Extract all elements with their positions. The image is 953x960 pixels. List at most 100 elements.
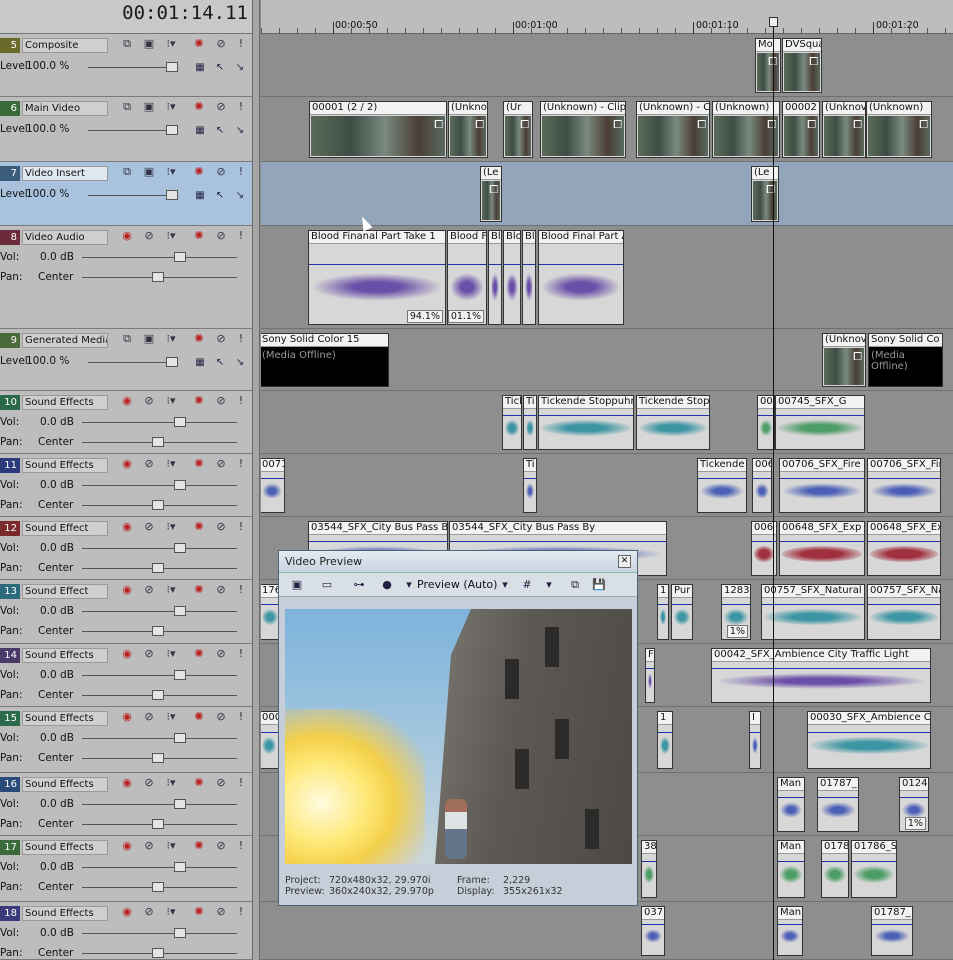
audio-event-clip[interactable]: 006 (752, 458, 772, 513)
audio-event-clip[interactable]: Man (777, 906, 803, 956)
track-name-field[interactable]: Video Audio (22, 230, 108, 245)
mute-icon[interactable]: ⊘ (214, 37, 228, 51)
record-arm-icon[interactable]: ◉ (120, 647, 134, 661)
audio-event-clip[interactable]: Man (777, 840, 805, 898)
save-snapshot-icon[interactable]: 💾 (591, 577, 607, 592)
audio-event-clip[interactable]: 1 (657, 711, 673, 769)
timeline-lane-5[interactable]: Mo⧠DVSqua ⧠ (261, 34, 953, 97)
video-event-clip[interactable]: Mo⧠ (755, 38, 781, 93)
gear-icon[interactable]: ✺ (192, 583, 206, 597)
parent-compositing-icon[interactable]: ▣ (142, 100, 156, 114)
track-header-12[interactable]: 12 Sound Effect ◉ ⊘ ⁝▾ ✺ ⊘! Vol: 0.0 dB Pan: Cente… (0, 517, 252, 580)
event-pan-crop-icon[interactable]: ⧠ (807, 118, 816, 132)
solo-icon[interactable]: ! (234, 905, 248, 919)
audio-event-clip[interactable]: Ti (523, 395, 537, 450)
fx-chain-icon[interactable]: ⁝▾ (164, 583, 178, 597)
mute-icon[interactable]: ⊘ (214, 905, 228, 919)
video-event-clip[interactable]: (Le ⧠ (751, 166, 779, 222)
solo-icon[interactable]: ! (234, 332, 248, 346)
mute-icon[interactable]: ⊘ (214, 776, 228, 790)
overlays-chevron-icon[interactable]: ▾ (541, 577, 557, 592)
volume-slider-track[interactable] (82, 675, 237, 676)
track-name-field[interactable]: Sound Effects (22, 711, 108, 726)
copy-snapshot-icon[interactable]: ⧉ (567, 577, 583, 592)
track-name-field[interactable]: Sound Effects (22, 648, 108, 663)
event-pan-crop-icon[interactable]: ⧠ (613, 118, 622, 132)
solo-icon[interactable]: ! (234, 457, 248, 471)
audio-event-clip[interactable]: Tickende (697, 458, 747, 513)
audio-event-clip[interactable]: 38 (641, 840, 657, 898)
mute-icon[interactable]: ⊘ (214, 100, 228, 114)
pan-slider-knob[interactable] (152, 437, 164, 447)
gear-icon[interactable]: ✺ (192, 332, 206, 346)
make-parent-icon[interactable]: ↖ (214, 62, 226, 74)
gear-icon[interactable]: ✺ (192, 457, 206, 471)
record-arm-icon[interactable]: ◉ (120, 710, 134, 724)
event-pan-crop-icon[interactable]: ⧠ (767, 118, 776, 132)
composite-mode-icon[interactable]: ⧉ (120, 37, 134, 51)
mute-icon[interactable]: ⊘ (214, 457, 228, 471)
audio-event-clip[interactable]: Blood F 01.1% (447, 230, 487, 325)
pan-slider-knob[interactable] (152, 500, 164, 510)
track-header-7[interactable]: 7 Video Insert ⧉ ▣ ⁝▾ ✺ ⊘! Level: 100.0 % ▦ ↖ ↘ (0, 162, 252, 226)
parent-compositing-icon[interactable]: ▣ (142, 332, 156, 346)
audio-event-clip[interactable]: I (749, 711, 761, 769)
fx-chain-icon[interactable]: ⁝▾ (164, 520, 178, 534)
mute-icon[interactable]: ⊘ (214, 839, 228, 853)
mute-icon[interactable]: ⊘ (214, 583, 228, 597)
pan-slider-knob[interactable] (152, 690, 164, 700)
playhead-handle[interactable] (769, 17, 778, 27)
audio-event-clip[interactable]: 00648_SFX_Ex (867, 521, 941, 576)
track-name-field[interactable]: Sound Effects (22, 395, 108, 410)
volume-slider-knob[interactable] (174, 606, 186, 616)
volume-slider-track[interactable] (82, 485, 237, 486)
mute-icon[interactable]: ⊘ (214, 229, 228, 243)
volume-slider-track[interactable] (82, 548, 237, 549)
record-arm-icon[interactable]: ◉ (120, 583, 134, 597)
volume-slider-knob[interactable] (174, 417, 186, 427)
volume-slider-knob[interactable] (174, 799, 186, 809)
volume-slider-track[interactable] (82, 257, 237, 258)
fx-chain-icon[interactable]: ⁝▾ (164, 394, 178, 408)
event-pan-crop-icon[interactable]: ⧠ (809, 55, 818, 69)
phase-icon[interactable]: ⊘ (142, 647, 156, 661)
audio-event-clip[interactable]: 00745_SFX_G (775, 395, 865, 450)
make-child-icon[interactable]: ↘ (234, 62, 246, 74)
track-name-field[interactable]: Sound Effects (22, 906, 108, 921)
compositor-icon[interactable]: ▦ (194, 125, 206, 137)
audio-event-clip[interactable]: 000 (261, 711, 279, 769)
level-slider-knob[interactable] (166, 190, 178, 200)
audio-event-clip[interactable]: 0124 1% (899, 777, 929, 832)
pan-slider-knob[interactable] (152, 948, 164, 958)
audio-event-clip[interactable]: 1283 1% (721, 584, 751, 640)
record-arm-icon[interactable]: ◉ (120, 229, 134, 243)
level-slider-knob[interactable] (166, 62, 178, 72)
gear-icon[interactable]: ✺ (192, 37, 206, 51)
preview-fx-icon[interactable]: ● (379, 577, 395, 592)
audio-event-clip[interactable]: Tick (502, 395, 522, 450)
video-event-clip[interactable]: (Media Offline) Sony Solid Color 15 (261, 333, 389, 387)
video-preview-window[interactable]: Video Preview ✕ ▣ ▭ ⊶ ● ▾ Preview (Auto)… (278, 550, 638, 906)
video-event-clip[interactable]: (Ur ⧠ (503, 101, 533, 158)
video-event-clip[interactable]: (Unknown) - Clip ⧠ (540, 101, 626, 158)
mute-icon[interactable]: ⊘ (214, 647, 228, 661)
parent-compositing-icon[interactable]: ▣ (142, 165, 156, 179)
track-header-5[interactable]: 5 Composite ⧉ ▣ ⁝▾ ✺ ⊘! Level: 100.0 % ▦ ↖ ↘ (0, 34, 252, 97)
preview-close-button[interactable]: ✕ (618, 555, 631, 568)
event-pan-crop-icon[interactable]: ⧠ (489, 183, 498, 197)
track-name-field[interactable]: Generated Media (22, 333, 108, 348)
timeline-lane-10[interactable]: TickTiTickende Stoppuhr Tickende Stopp 007… (261, 391, 953, 454)
phase-icon[interactable]: ⊘ (142, 229, 156, 243)
level-slider-knob[interactable] (166, 357, 178, 367)
solo-icon[interactable]: ! (234, 776, 248, 790)
event-pan-crop-icon[interactable]: ⧠ (853, 350, 862, 364)
gear-icon[interactable]: ✺ (192, 905, 206, 919)
track-name-field[interactable]: Main Video (22, 101, 108, 116)
video-event-clip[interactable]: (Unknov ⧠ (822, 333, 866, 387)
event-pan-crop-icon[interactable]: ⧠ (434, 118, 443, 132)
video-event-clip[interactable]: (Media Offline) Sony Solid Co (868, 333, 943, 387)
phase-icon[interactable]: ⊘ (142, 457, 156, 471)
gear-icon[interactable]: ✺ (192, 520, 206, 534)
fx-chain-icon[interactable]: ⁝▾ (164, 457, 178, 471)
volume-slider-track[interactable] (82, 611, 237, 612)
